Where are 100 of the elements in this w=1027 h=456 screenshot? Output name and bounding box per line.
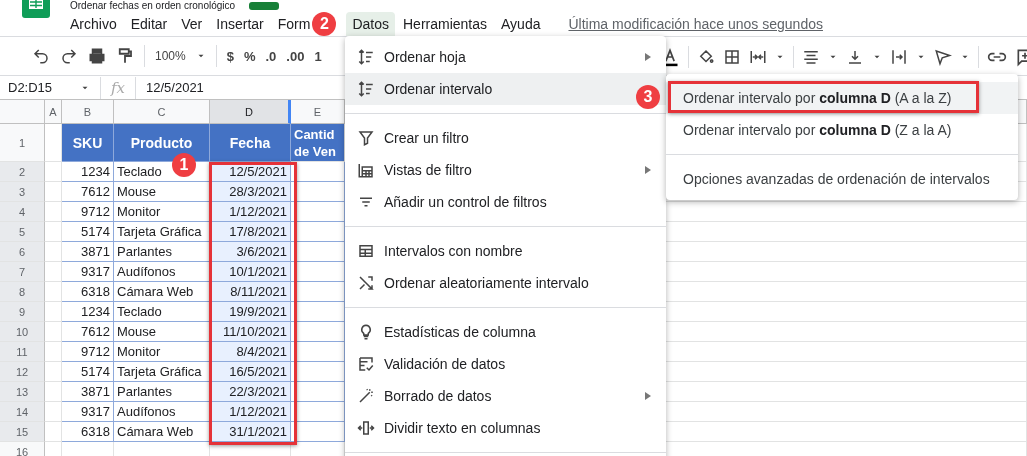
menu-option[interactable]: Ordenar intervalo por columna D (Z a la A) [666,114,1018,146]
row-header[interactable]: 4 [0,202,45,222]
row-header[interactable]: 11 [0,342,45,362]
undo-icon [32,47,50,65]
split-icon [357,419,375,437]
row-header[interactable]: 16 [0,442,45,456]
last-edit-link[interactable]: Última modificación hace unos segundos [568,15,823,32]
menu-option[interactable]: Dividir texto en columnas [345,412,666,444]
menu-option[interactable]: Añadir un control de filtros [345,186,666,218]
table-cell: 8/4/2021 [210,342,291,362]
column-header[interactable]: D [210,100,291,124]
table-cell: Monitor [114,342,210,362]
row-header[interactable]: 6 [0,242,45,262]
menu-item[interactable]: Ayuda [495,11,547,36]
shuffle-icon [357,274,375,292]
grid-cell [45,342,62,362]
menu-item[interactable]: Ver [175,11,209,36]
row-header[interactable]: 10 [0,322,45,342]
menu-item[interactable]: Herramientas [397,11,494,36]
table-cell: 3871 [62,242,114,262]
table-cell: Monitor [114,202,210,222]
table-cell: 16/5/2021 [210,362,291,382]
menu-option[interactable]: Borrado de datos [345,380,666,412]
grid-cell [45,302,62,322]
table-cell: Teclado [114,302,210,322]
table-cell: 10/1/2021 [210,262,291,282]
step-badge: 2 [312,11,337,36]
menu-option[interactable]: Ordenar hoja [345,41,666,73]
filter-icon [357,129,375,147]
column-header[interactable]: C [114,100,210,124]
table-cell: 31/1/2021 [210,422,291,442]
grid-cell [45,282,62,302]
menu-option[interactable]: Estadísticas de columna [345,316,666,348]
currency-button[interactable]: $ [226,48,234,64]
percent-button[interactable]: % [243,48,256,64]
grid-cell [45,322,62,342]
row-header[interactable]: 12 [0,362,45,382]
fill-color-icon [697,47,715,66]
grid-cell [45,422,62,442]
table-cell: 11/10/2021 [210,322,291,342]
row-header[interactable]: 15 [0,422,45,442]
table-cell: 8/11/2021 [210,282,291,302]
formula-input[interactable]: 12/5/2021 [136,80,204,95]
grid-cell [45,222,62,242]
header-cell: SKU [62,124,114,162]
sort-icon [357,48,375,66]
table-cell: Mouse [114,322,210,342]
menu-item[interactable]: Archivo [64,11,123,36]
sort-icon [357,80,375,98]
table-cell: Tarjeta Gráfica [114,222,210,242]
name-box[interactable]: D2:D15 [0,80,80,95]
row-header[interactable]: 5 [0,222,45,242]
table-cell: 9317 [62,262,114,282]
menu-option[interactable]: Validación de datos [345,348,666,380]
row-header[interactable]: 1 [0,124,45,162]
table-cell: 5174 [62,222,114,242]
zoom-select[interactable]: 100% [155,49,186,63]
table-cell: 7612 [62,182,114,202]
table-cell: 19/9/2021 [210,302,291,322]
menu-item[interactable]: Insertar [210,11,270,36]
menu-item[interactable]: Editar [124,11,174,36]
table-cell: 9712 [62,342,114,362]
menu-option[interactable]: Opciones avanzadas de ordenación de intervalos [666,163,1018,195]
grid-cell [45,362,62,382]
menu-option[interactable]: Crear un filtro [345,122,666,154]
table-cell: 3/6/2021 [210,242,291,262]
row-header[interactable]: 9 [0,302,45,322]
table-cell: 6318 [62,282,114,302]
column-header[interactable]: A [45,100,62,124]
row-header[interactable]: 13 [0,382,45,402]
more-formats-button[interactable]: 1 [314,48,322,64]
row-header[interactable]: 8 [0,282,45,302]
decrease-decimals-button[interactable]: .0 [265,48,277,64]
table-cell: 5174 [62,362,114,382]
menu-option[interactable]: Intervalos con nombre [345,235,666,267]
menu-option[interactable]: Vistas de filtro [345,154,666,186]
text-wrap-icon [890,47,908,66]
fx-label: fx [109,78,126,97]
grid-cell [45,382,62,402]
table-cell: Parlantes [114,242,210,262]
table-cell: 9317 [62,402,114,422]
row-header[interactable]: 3 [0,182,45,202]
increase-decimals-button[interactable]: .00 [286,48,305,64]
row-header[interactable]: 14 [0,402,45,422]
row-header[interactable]: 7 [0,262,45,282]
column-header[interactable]: E [291,100,345,124]
table-cell: Mouse [114,182,210,202]
grid-cell [45,262,62,282]
text-rotation-icon [934,47,952,66]
column-header[interactable]: B [62,100,114,124]
menu-option[interactable]: Ordenar aleatoriamente intervalo [345,267,666,299]
grid-cell [45,162,62,182]
table-cell: 28/3/2021 [210,182,291,202]
table-cell: 1/12/2021 [210,202,291,222]
document-title[interactable]: Ordenar fechas en orden cronológico [70,0,236,11]
table-cell: 7612 [62,322,114,342]
header-cell: Cantid de Ven [291,124,345,162]
table-icon [357,242,375,260]
menu-item[interactable]: Datos [346,11,395,36]
row-header[interactable]: 2 [0,162,45,182]
